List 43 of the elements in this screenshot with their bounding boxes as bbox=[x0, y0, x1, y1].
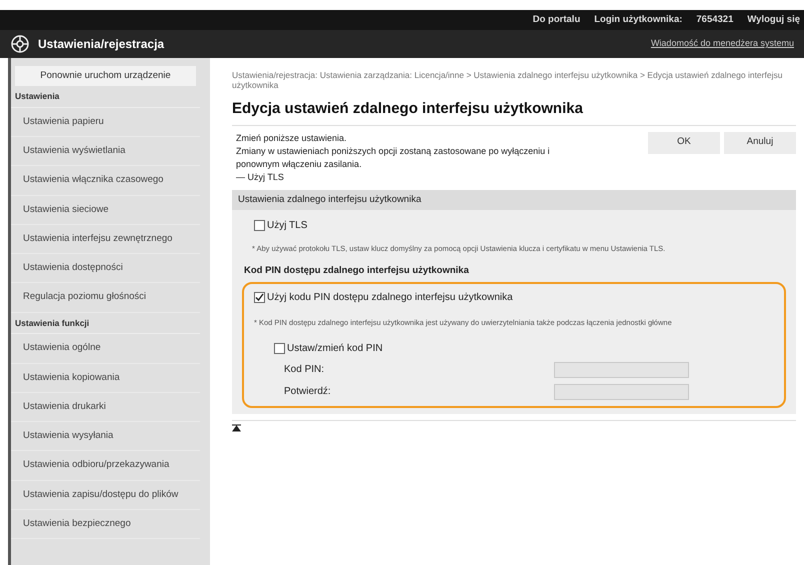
intro-text: — Użyj TLS bbox=[236, 170, 285, 184]
login-text: Login użytkownika: bbox=[594, 12, 682, 27]
field-label: Kod PIN: bbox=[284, 363, 326, 377]
sidebar-item[interactable]: Ustawienia drukarki bbox=[11, 392, 200, 422]
gear-icon bbox=[10, 34, 30, 54]
message-link[interactable]: Wiadomość do menedżera systemu bbox=[650, 37, 794, 51]
sidebar-heading: Ustawienia funkcji bbox=[11, 312, 200, 334]
sidebar-heading: Ustawienia bbox=[11, 86, 200, 108]
sidebar-item[interactable]: Ustawienia sieciowe bbox=[11, 196, 200, 225]
header-title: Ustawienia/rejestracja bbox=[38, 36, 164, 53]
checkbox-label: Ustaw/zmień kod PIN bbox=[287, 342, 383, 356]
field-label: Potwierdź: bbox=[284, 385, 332, 399]
sidebar-item[interactable]: Ustawienia włącznika czasowego bbox=[11, 166, 200, 196]
page-title: Edycja ustawień zdalnego interfejsu użytkownika bbox=[232, 98, 796, 126]
restart-button[interactable]: Ponownie uruchom urządzenie bbox=[15, 66, 196, 86]
checkbox-label: Użyj TLS bbox=[267, 218, 308, 233]
checkbox[interactable] bbox=[274, 342, 285, 354]
intro-text: Zmiany w ustawieniach poniższych opcji zostaną zastosowane po wyłączeniu i ponownym włączeniu zasilania. bbox=[236, 144, 551, 170]
sidebar-item[interactable]: Ustawienia odbioru/przekazywania bbox=[11, 451, 200, 480]
top-link[interactable]: Do portalu bbox=[532, 12, 580, 28]
top-link[interactable]: Wyloguj się bbox=[747, 12, 800, 28]
dialog-button[interactable]: OK bbox=[648, 132, 720, 154]
section-title: Ustawienia zdalnego interfejsu użytkownika bbox=[232, 190, 796, 210]
login-text: 7654321 bbox=[696, 12, 734, 27]
sidebar-item[interactable]: Ustawienia bezpiecznego bbox=[11, 510, 200, 539]
intro-text: Zmień poniższe ustawienia. bbox=[236, 132, 348, 144]
sidebar-item[interactable]: Ustawienia wysyłania bbox=[11, 422, 200, 452]
breadcrumb: Ustawienia/rejestracja: Ustawienia zarządzania: Licencja/inne > Ustawienia zdalnego interfejsu użytkownika > Edycja ustawień zdalnego interfejsu użytkownika bbox=[232, 70, 784, 90]
sidebar-item[interactable]: Ustawienia zapisu/dostępu do plików bbox=[11, 480, 200, 510]
checkbox-label: Użyj kodu PIN dostępu zdalnego interfejsu użytkownika bbox=[267, 291, 513, 306]
scroll-top-icon[interactable] bbox=[232, 424, 241, 432]
subsection-title: Kod PIN dostępu zdalnego interfejsu użytkownika bbox=[243, 264, 470, 278]
sidebar-item[interactable]: Ustawienia ogólne bbox=[11, 334, 200, 364]
sidebar-item[interactable]: Ustawienia interfejsu zewnętrznego bbox=[11, 224, 200, 254]
sidebar-item[interactable]: Ustawienia wyświetlania bbox=[11, 137, 200, 166]
sidebar-item[interactable]: Regulacja poziomu głośności bbox=[11, 283, 200, 312]
sidebar-item[interactable]: Ustawienia papieru bbox=[11, 108, 200, 137]
dialog-button[interactable]: Anuluj bbox=[724, 132, 796, 154]
sidebar-item[interactable]: Ustawienia dostępności bbox=[11, 254, 200, 284]
checkbox[interactable] bbox=[254, 220, 265, 231]
check-icon bbox=[255, 293, 264, 302]
checkbox[interactable] bbox=[254, 292, 265, 304]
sidebar-item[interactable]: Ustawienia kopiowania bbox=[11, 364, 200, 393]
